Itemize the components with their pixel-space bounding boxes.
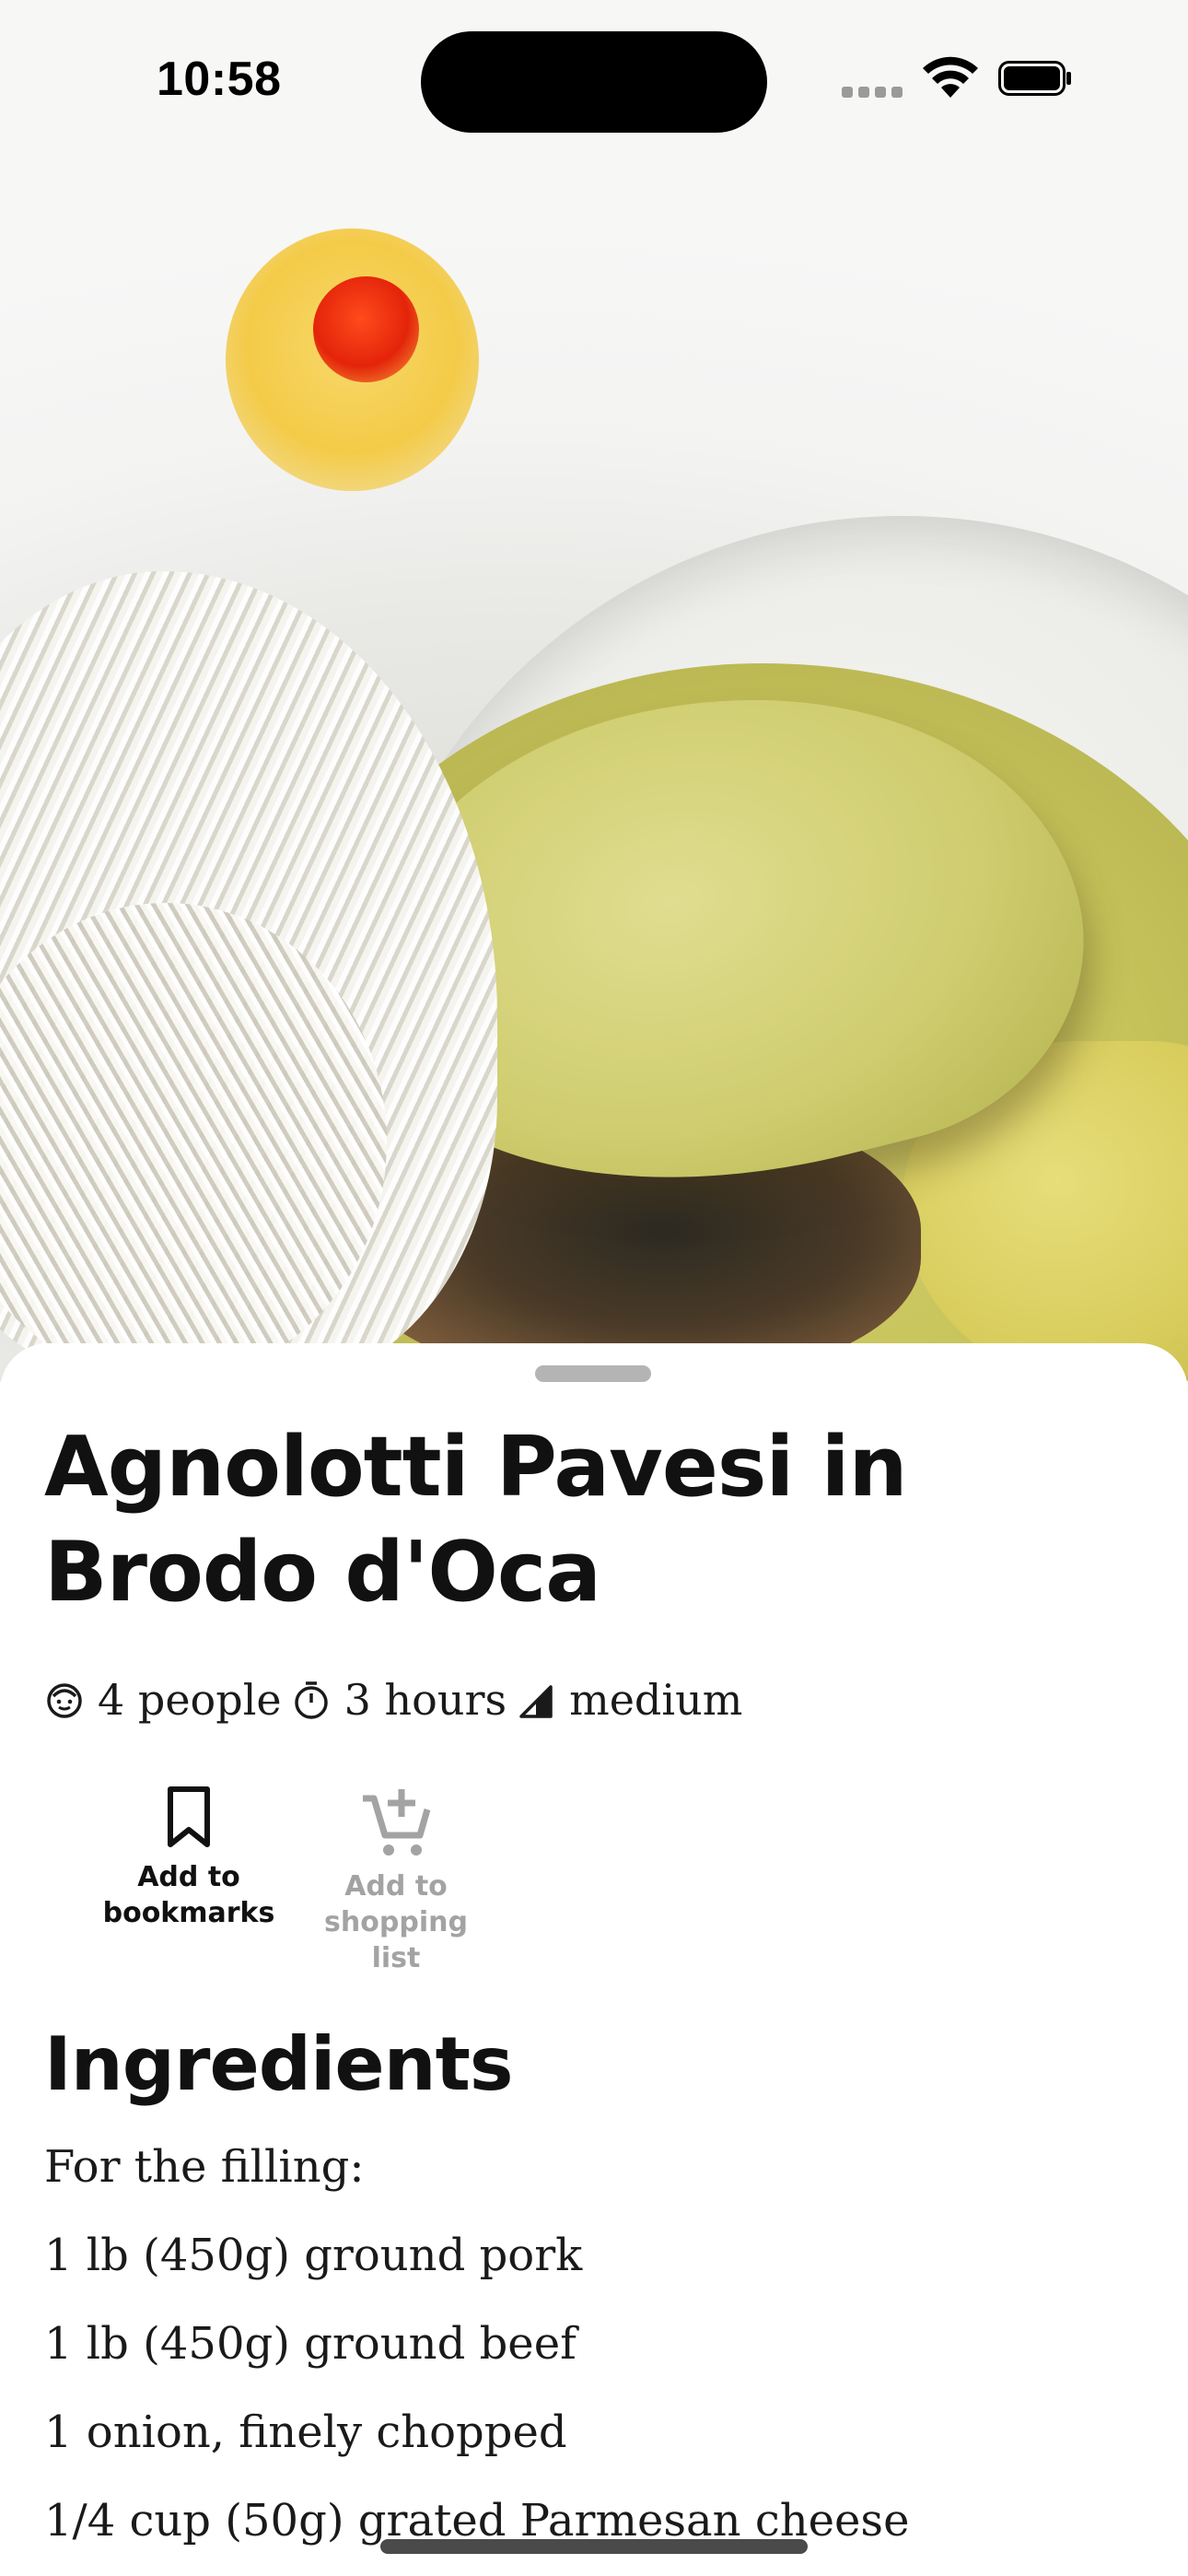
bookmark-icon [168,1786,210,1847]
recipe-hero-image [0,0,1188,1382]
cellular-signal-icon [842,87,904,98]
person-face-icon [47,1683,82,1718]
timer-icon [294,1681,328,1719]
ingredient-item: 1/4 cup (50g) grated Parmesan cheese [44,2495,910,2547]
battery-icon [998,61,1071,96]
add-to-shopping-list-button[interactable]: Add to shopping list [299,1786,493,1976]
ingredient-item: 1 lb (450g) ground beef [44,2318,577,2370]
difficulty-text: medium [569,1675,743,1725]
sheet-grabber[interactable] [535,1365,651,1382]
duration-text: 3 hours [344,1675,507,1725]
ingredient-item: 1 lb (450g) ground pork [44,2230,583,2281]
ingredients-list: For the filling: 1 lb (450g) ground pork… [44,2134,1149,2576]
add-to-bookmarks-label: Add to bookmarks [102,1861,275,1929]
recipe-detail-sheet: Agnolotti Pavesi in Brodo d'Oca 4 people… [0,1343,1188,2576]
status-time: 10:58 [157,53,282,106]
ingredient-item: For the filling: [44,2141,365,2193]
add-to-shopping-list-label: Add to shopping list [324,1870,468,1974]
ingredient-item: 1 onion, finely chopped [44,2406,567,2458]
recipe-title: Agnolotti Pavesi in Brodo d'Oca [44,1419,908,1621]
difficulty: medium [516,1675,742,1725]
servings: 4 people [44,1675,282,1725]
wifi-icon [923,56,978,98]
sauce-dot [313,276,419,382]
servings-text: 4 people [98,1675,282,1725]
add-to-bookmarks-button[interactable]: Add to bookmarks [92,1786,285,1931]
add-to-cart-icon [363,1789,431,1856]
home-indicator[interactable] [380,2539,808,2554]
difficulty-signal-icon [519,1685,553,1718]
ingredients-heading: Ingredients [44,2021,513,2107]
duration: 3 hours [291,1675,507,1725]
recipe-meta: 4 people 3 hours medium [44,1668,742,1732]
status-bar: 10:58 [0,0,1188,157]
dynamic-island [421,31,767,133]
